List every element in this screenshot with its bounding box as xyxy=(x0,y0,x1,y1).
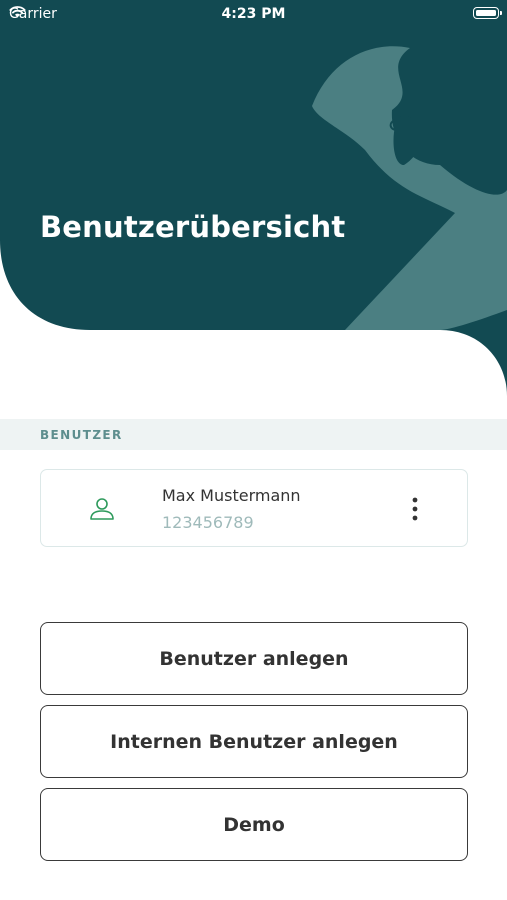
clock: 4:23 PM xyxy=(221,6,286,22)
battery-icon xyxy=(473,7,502,19)
more-vertical-icon[interactable] xyxy=(409,496,421,522)
section-header: BENUTZER xyxy=(0,419,507,450)
person-icon xyxy=(90,498,114,520)
page-title: Benutzerübersicht xyxy=(40,210,346,244)
header: Carrier 4:23 PM Benutzerübersicht xyxy=(0,0,507,420)
create-user-button[interactable]: Benutzer anlegen xyxy=(40,622,468,695)
demo-button[interactable]: Demo xyxy=(40,788,468,861)
user-name: Max Mustermann xyxy=(162,486,301,505)
status-bar: Carrier 4:23 PM xyxy=(0,0,507,28)
create-internal-user-button[interactable]: Internen Benutzer anlegen xyxy=(40,705,468,778)
user-card[interactable]: Max Mustermann 123456789 xyxy=(40,469,468,547)
section-label: BENUTZER xyxy=(40,428,123,442)
user-number: 123456789 xyxy=(162,513,254,532)
